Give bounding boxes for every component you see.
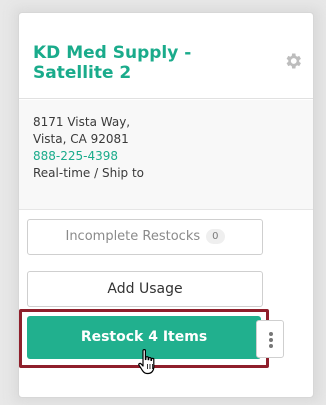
vertical-ellipsis-icon [269,338,273,342]
address-line-1: 8171 Vista Way, [33,115,131,129]
hand-cursor-icon [138,349,155,375]
card-header: KD Med Supply - Satellite 2 [19,13,313,99]
incomplete-count-badge: 0 [206,229,225,244]
incomplete-restocks-button[interactable]: Incomplete Restocks 0 [27,219,263,255]
location-title[interactable]: KD Med Supply - Satellite 2 [33,43,263,83]
vertical-ellipsis-icon [269,344,273,348]
address-line-2: Vista, CA 92081 [33,132,129,146]
add-usage-label: Add Usage [107,281,183,297]
add-usage-button[interactable]: Add Usage [27,271,263,307]
more-options-button[interactable] [256,320,284,358]
phone-link[interactable]: 888-225-4398 [33,148,313,165]
gear-icon[interactable] [283,51,303,71]
location-type: Real-time / Ship to [33,166,145,180]
incomplete-restocks-label: Incomplete Restocks [65,229,201,244]
vertical-ellipsis-icon [269,332,273,336]
restock-items-label: Restock 4 Items [80,329,208,345]
location-info: 8171 Vista Way, Vista, CA 92081 888-225-… [19,100,313,210]
